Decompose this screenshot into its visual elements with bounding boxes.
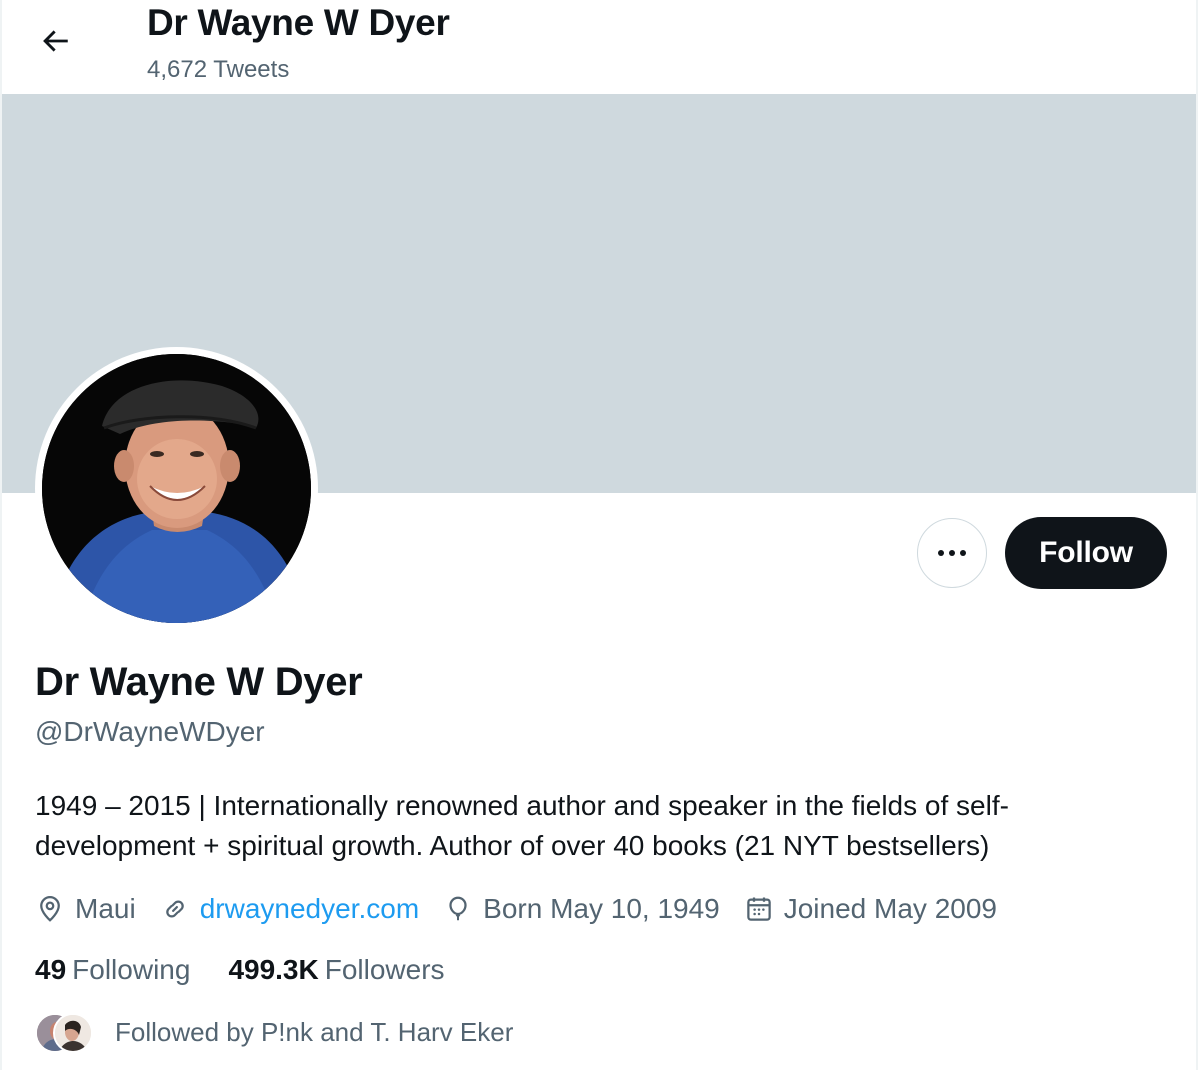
follower-avatar <box>53 1013 93 1053</box>
tweet-count: 4,672 Tweets <box>147 56 290 83</box>
arrow-left-icon <box>43 30 68 52</box>
back-button[interactable] <box>32 20 78 62</box>
profile-photo <box>42 354 311 623</box>
following-count: 49 <box>35 954 67 985</box>
profile-avatar[interactable] <box>35 347 318 630</box>
website-item: drwaynedyer.com <box>160 893 419 925</box>
birthday-text: Born May 10, 1949 <box>483 893 720 924</box>
profile-meta: Maui drwaynedyer.com Born May 10, 1949 J… <box>35 889 1021 929</box>
profile-bio: 1949 – 2015 | Internationally renowned a… <box>35 790 1009 861</box>
more-horizontal-icon <box>938 550 966 556</box>
location-text: Maui <box>75 893 136 924</box>
balloon-icon <box>449 896 467 921</box>
location-item: Maui <box>35 893 136 925</box>
following-label: Following <box>72 954 191 985</box>
followers-label: Followers <box>324 954 445 985</box>
followers-count: 499.3K <box>228 954 319 985</box>
birthday-item: Born May 10, 1949 <box>443 893 720 925</box>
header-title: Dr Wayne W Dyer <box>147 2 450 43</box>
profile-handle: @DrWayneWDyer <box>35 716 265 747</box>
profile-stats: 49 Following 499.3K Followers <box>35 954 483 986</box>
joined-text: Joined May 2009 <box>783 893 997 924</box>
more-options-button[interactable] <box>917 518 987 588</box>
following-link[interactable]: 49 Following <box>35 954 190 986</box>
joined-item: Joined May 2009 <box>744 893 997 925</box>
profile-page: Dr Wayne W Dyer 4,672 Tweets Follow Dr W… <box>0 0 1198 1070</box>
link-icon <box>165 900 184 918</box>
followed-by-link[interactable]: Followed by P!nk and T. Harv Eker <box>35 1013 514 1053</box>
calendar-icon <box>746 897 771 921</box>
followed-by-avatars <box>35 1013 95 1053</box>
follow-button[interactable]: Follow <box>1005 517 1167 589</box>
followed-by-text: Followed by P!nk and T. Harv Eker <box>115 1016 514 1047</box>
profile-name: Dr Wayne W Dyer <box>35 660 363 704</box>
location-pin-icon <box>40 896 60 922</box>
website-link[interactable]: drwaynedyer.com <box>200 893 419 925</box>
followers-link[interactable]: 499.3K Followers <box>228 954 444 986</box>
profile-header: Dr Wayne W Dyer 4,672 Tweets <box>2 0 1196 94</box>
